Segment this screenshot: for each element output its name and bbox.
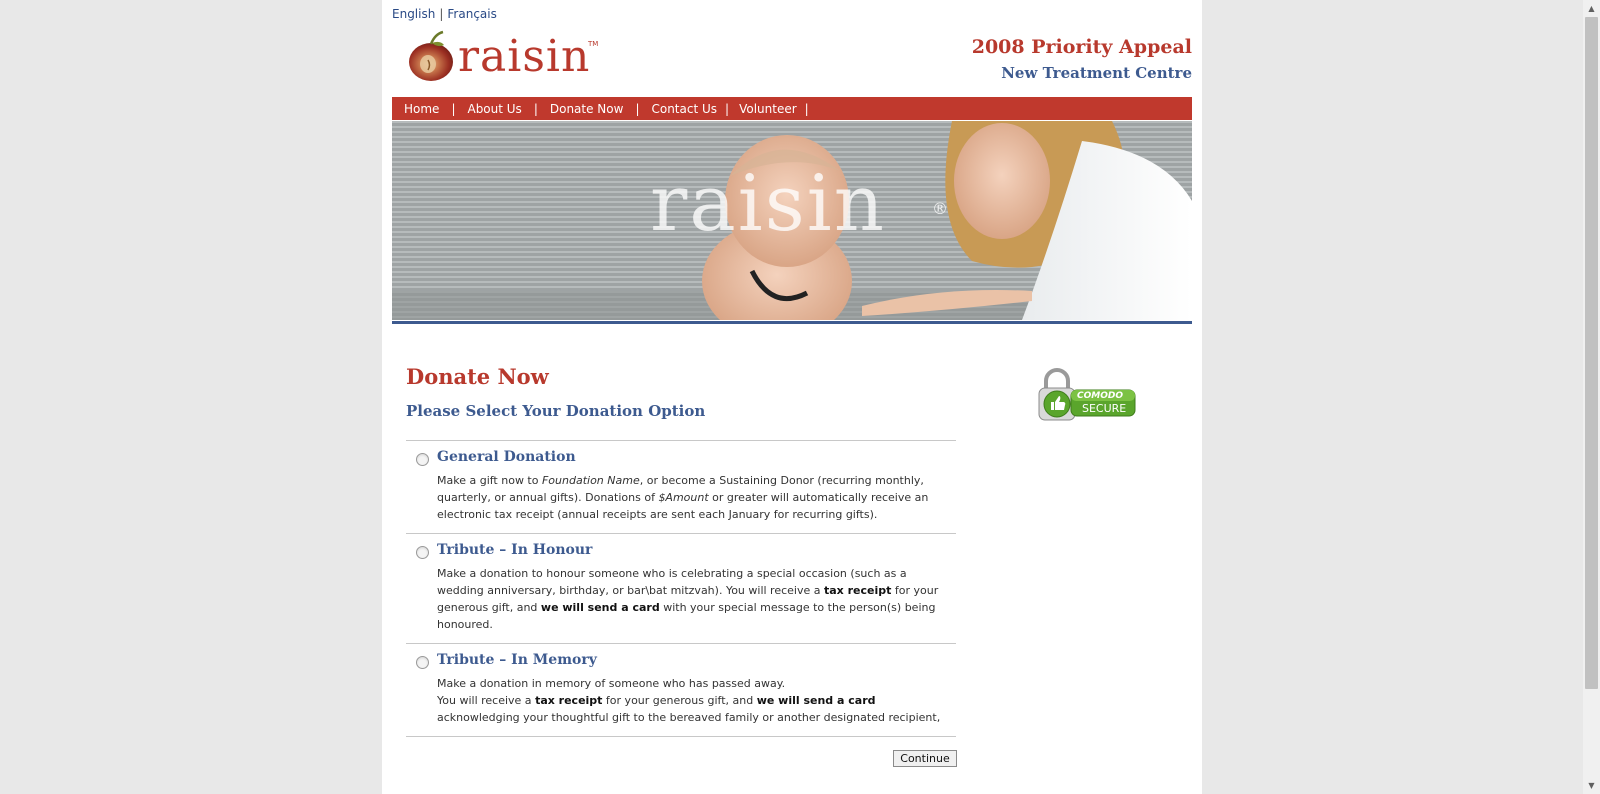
continue-button[interactable]: Continue [893, 750, 957, 767]
divider [406, 440, 956, 441]
nav-separator: | [804, 101, 809, 116]
logo-trademark: TM [588, 40, 599, 48]
nav-donate-now[interactable]: Donate Now [538, 102, 636, 116]
option-tribute-memory: Tribute – In Memory Make a donation in m… [406, 652, 956, 737]
option-general-donation: General Donation Make a gift now to Foun… [406, 449, 956, 535]
desc-amount: $Amount [658, 491, 709, 504]
main-navigation: Home | About Us | Donate Now | Contact U… [392, 97, 1192, 120]
hero-watermark: raisin [650, 159, 886, 249]
page-container: English | Français raisin TM 2008 Priority… [382, 0, 1202, 794]
hero-watermark-registered: ® [932, 199, 948, 218]
appeal-title: 2008 Priority Appeal [971, 36, 1192, 58]
desc-text: for your generous gift, and [602, 694, 757, 707]
desc-tax-receipt: tax receipt [535, 694, 603, 707]
option-title: General Donation [437, 449, 576, 465]
logo-wordmark: raisin [458, 31, 591, 82]
hero-banner: raisin ® [392, 121, 1192, 320]
tribute-honour-radio[interactable] [416, 546, 429, 559]
raisin-fruit-icon [409, 30, 453, 81]
desc-send-card: we will send a card [540, 601, 660, 614]
vertical-scrollbar[interactable]: ▲ ▼ [1583, 0, 1600, 794]
tribute-memory-radio[interactable] [416, 656, 429, 669]
hero-divider [392, 321, 1192, 324]
option-description: Make a donation to honour someone who is… [437, 565, 949, 633]
section-subtitle: Please Select Your Donation Option [406, 402, 706, 420]
page-title: Donate Now [406, 364, 549, 389]
option-title: Tribute – In Honour [437, 542, 593, 558]
divider [406, 533, 956, 534]
general-donation-radio[interactable] [416, 453, 429, 466]
divider [406, 736, 956, 737]
raisin-logo[interactable]: raisin TM [406, 30, 606, 84]
desc-text: You will receive a [437, 694, 536, 707]
scroll-up-arrow-icon[interactable]: ▲ [1583, 0, 1600, 17]
scroll-down-arrow-icon[interactable]: ▼ [1583, 777, 1600, 794]
nav-contact-us[interactable]: Contact Us [639, 102, 725, 116]
desc-text: acknowledging your thoughtful gift to th… [437, 711, 941, 724]
nav-home[interactable]: Home [392, 102, 451, 116]
language-french-link[interactable]: Français [447, 7, 496, 21]
desc-send-card: we will send a card [756, 694, 876, 707]
nav-about-us[interactable]: About Us [455, 102, 533, 116]
option-description: Make a gift now to Foundation Name, or b… [437, 472, 949, 523]
comodo-secure-seal[interactable]: COMODO SECURE [1037, 366, 1137, 424]
option-title: Tribute – In Memory [437, 652, 597, 668]
option-description: Make a donation in memory of someone who… [437, 675, 949, 726]
option-tribute-honour: Tribute – In Honour Make a donation to h… [406, 542, 956, 642]
desc-tax-receipt: tax receipt [824, 584, 892, 597]
nav-volunteer[interactable]: Volunteer [729, 102, 805, 116]
seal-brand-text: COMODO [1077, 391, 1123, 401]
language-english-link[interactable]: English [392, 7, 435, 21]
desc-text: Make a donation in memory of someone who… [437, 677, 786, 690]
appeal-subtitle: New Treatment Centre [1001, 64, 1192, 82]
language-separator: | [439, 7, 444, 21]
desc-foundation-name: Foundation Name [541, 474, 640, 487]
divider [406, 643, 956, 644]
language-switcher: English | Français [392, 7, 497, 21]
scrollbar-thumb[interactable] [1585, 17, 1598, 689]
seal-secure-text: SECURE [1082, 402, 1127, 415]
desc-text: Make a gift now to [437, 474, 542, 487]
